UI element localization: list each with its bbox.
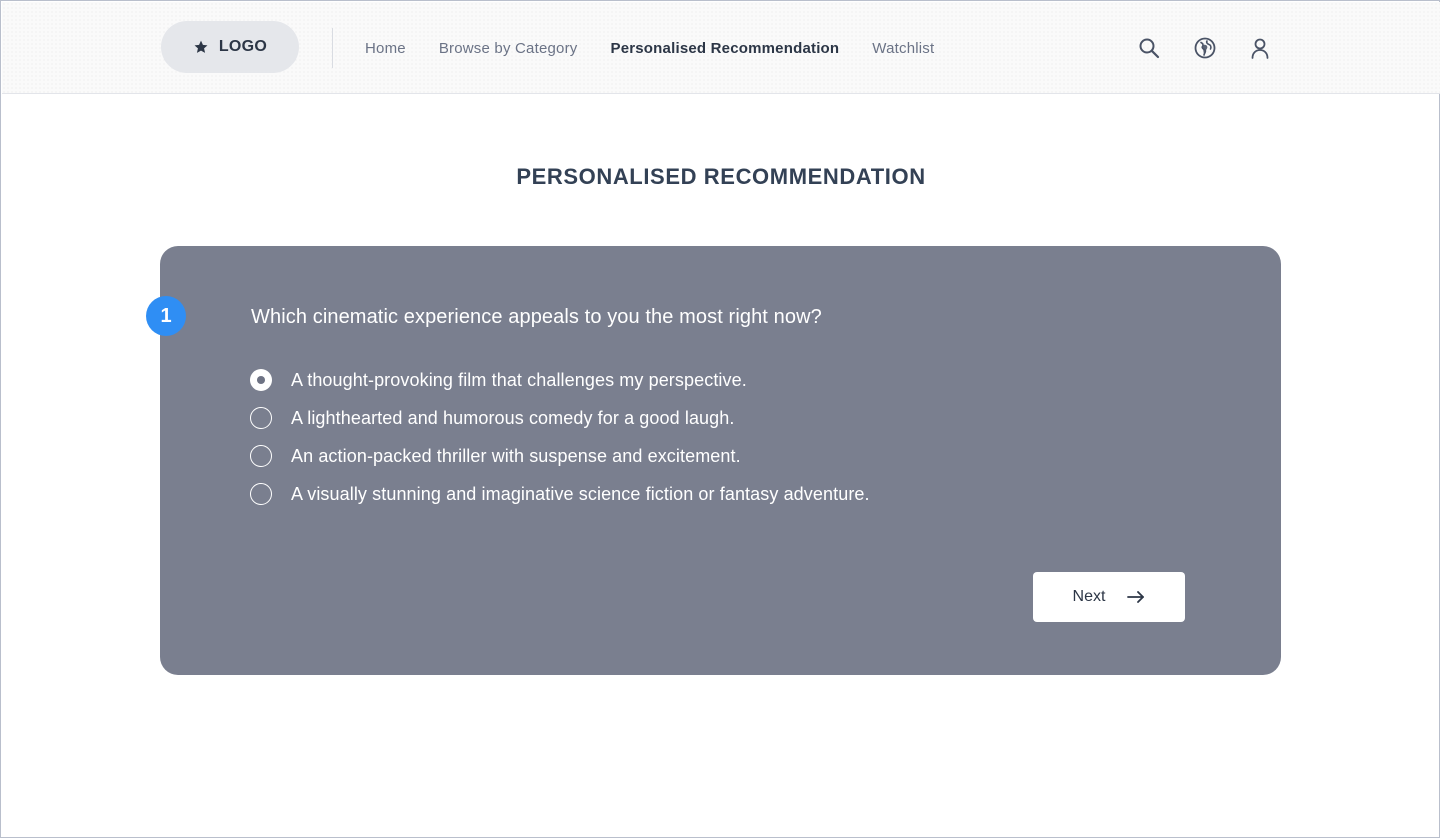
- star-icon: [194, 40, 208, 53]
- question-text: Which cinematic experience appeals to yo…: [251, 306, 822, 328]
- page-title: PERSONALISED RECOMMENDATION: [516, 164, 926, 189]
- option-thought-provoking[interactable]: A thought-provoking film that challenges…: [250, 361, 870, 399]
- answer-options: A thought-provoking film that challenges…: [250, 361, 870, 513]
- next-button-label: Next: [1072, 588, 1106, 605]
- nav-item-home[interactable]: Home: [365, 40, 406, 57]
- arrow-right-icon: [1127, 591, 1145, 603]
- logo-text: LOGO: [218, 38, 268, 55]
- top-navbar: LOGO Home Browse by Category Personalise…: [2, 2, 1440, 94]
- option-thriller[interactable]: An action-packed thriller with suspense …: [250, 437, 870, 475]
- search-button[interactable]: [1136, 35, 1162, 61]
- option-label: A lighthearted and humorous comedy for a…: [291, 407, 735, 428]
- language-button[interactable]: [1192, 35, 1218, 61]
- main-nav: Home Browse by Category Personalised Rec…: [365, 2, 967, 94]
- option-label: A visually stunning and imaginative scie…: [291, 483, 870, 504]
- option-label: An action-packed thriller with suspense …: [291, 445, 741, 466]
- app-window: LOGO Home Browse by Category Personalise…: [0, 0, 1440, 838]
- nav-divider: [332, 28, 333, 68]
- user-icon: [1251, 38, 1269, 59]
- option-comedy[interactable]: A lighthearted and humorous comedy for a…: [250, 399, 870, 437]
- logo[interactable]: LOGO: [161, 21, 299, 73]
- nav-item-browse-by-category[interactable]: Browse by Category: [439, 40, 578, 57]
- nav-item-watchlist[interactable]: Watchlist: [872, 40, 934, 57]
- next-button[interactable]: Next: [1033, 572, 1185, 622]
- radio-button[interactable]: [250, 407, 272, 429]
- radio-button[interactable]: [250, 445, 272, 467]
- step-number-badge: 1: [146, 296, 186, 336]
- nav-item-personalised-recommendation[interactable]: Personalised Recommendation: [610, 40, 839, 57]
- account-button[interactable]: [1247, 35, 1273, 61]
- search-icon: [1139, 38, 1160, 59]
- globe-icon: [1194, 37, 1216, 59]
- radio-button[interactable]: [250, 483, 272, 505]
- option-sci-fi-fantasy[interactable]: A visually stunning and imaginative scie…: [250, 475, 870, 513]
- radio-button-selected[interactable]: [250, 369, 272, 391]
- option-label: A thought-provoking film that challenges…: [291, 369, 747, 390]
